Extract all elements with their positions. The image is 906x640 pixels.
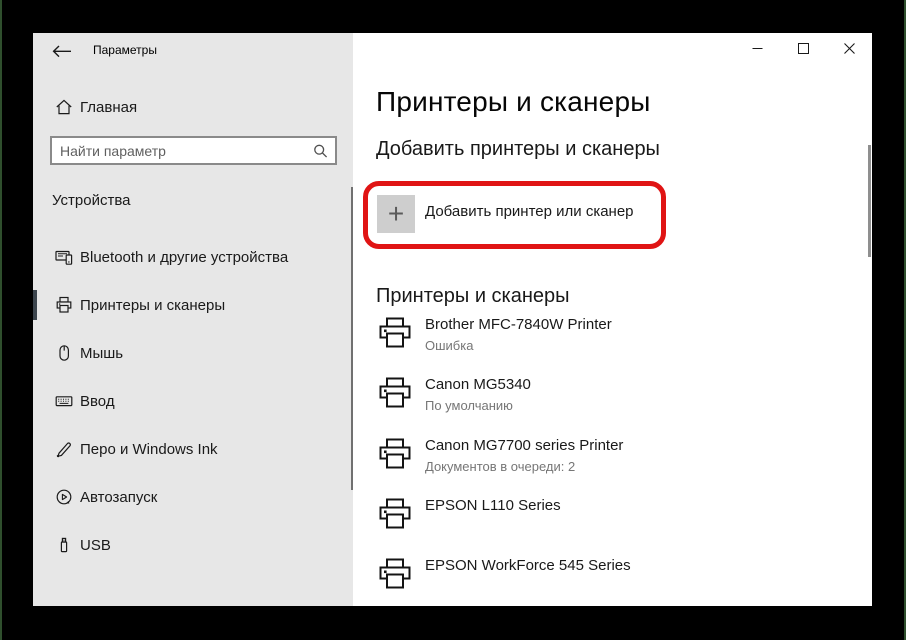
- maximize-icon: [798, 42, 809, 57]
- printer-row[interactable]: Canon MG5340 По умолчанию: [378, 375, 838, 415]
- printer-icon: [378, 377, 412, 411]
- printer-name: EPSON L110 Series: [425, 496, 561, 516]
- home-icon: [55, 98, 73, 116]
- minimize-icon: [752, 42, 763, 57]
- plus-icon: +: [377, 195, 415, 233]
- printer-icon: [55, 296, 73, 314]
- printer-icon: [378, 317, 412, 351]
- sidebar-item-usb[interactable]: USB: [33, 525, 353, 565]
- printer-icon: [378, 438, 412, 472]
- printer-row[interactable]: EPSON WorkForce 545 Series: [378, 556, 838, 592]
- maximize-button[interactable]: [780, 33, 826, 65]
- window-title: Параметры: [93, 43, 157, 57]
- add-printer-button-label: Добавить принтер или сканер: [425, 203, 634, 220]
- search-icon[interactable]: [313, 143, 328, 158]
- printer-status: По умолчанию: [425, 397, 531, 415]
- search-input[interactable]: [52, 138, 335, 163]
- main-content: Принтеры и сканеры Добавить принтеры и с…: [353, 33, 872, 606]
- sidebar-item-printers[interactable]: Принтеры и сканеры: [33, 285, 353, 325]
- screenshot-edge-artifact: [0, 0, 2, 640]
- usb-icon: [55, 536, 73, 554]
- autoplay-icon: [55, 488, 73, 506]
- printer-status: Документов в очереди: 2: [425, 458, 623, 476]
- printer-row[interactable]: Brother MFC-7840W Printer Ошибка: [378, 315, 838, 355]
- keyboard-icon: [55, 392, 73, 410]
- close-button[interactable]: [826, 33, 872, 65]
- mouse-icon: [55, 344, 73, 362]
- back-arrow-icon: [52, 45, 72, 61]
- sidebar-item-label: Главная: [80, 99, 137, 116]
- devices-icon: [55, 248, 73, 266]
- sidebar-item-bluetooth[interactable]: Bluetooth и другие устройства: [33, 237, 353, 277]
- printer-name: EPSON WorkForce 545 Series: [425, 556, 631, 576]
- add-section-title: Добавить принтеры и сканеры: [376, 138, 660, 161]
- sidebar-item-pen[interactable]: Перо и Windows Ink: [33, 429, 353, 469]
- main-scrollbar-thumb[interactable]: [868, 145, 871, 257]
- printer-name: Brother MFC-7840W Printer: [425, 315, 612, 335]
- add-printer-button[interactable]: + Добавить принтер или сканер: [377, 195, 662, 239]
- search-box: [50, 136, 337, 165]
- minimize-button[interactable]: [734, 33, 780, 65]
- sidebar-item-home[interactable]: Главная: [33, 91, 353, 123]
- printer-row[interactable]: EPSON L110 Series: [378, 496, 838, 532]
- printer-icon: [378, 498, 412, 532]
- sidebar-section-title: Устройства: [52, 192, 130, 209]
- pen-icon: [55, 440, 73, 458]
- back-button[interactable]: [46, 40, 78, 66]
- settings-window: Параметры Главная Устройства Bluetooth и…: [33, 33, 872, 606]
- printer-icon: [378, 558, 412, 592]
- close-icon: [844, 42, 855, 57]
- printer-row[interactable]: Canon MG7700 series Printer Документов в…: [378, 436, 838, 476]
- printer-list-title: Принтеры и сканеры: [376, 285, 570, 308]
- sidebar: Параметры Главная Устройства Bluetooth и…: [33, 33, 353, 606]
- printer-name: Canon MG5340: [425, 375, 531, 395]
- caption-bar: [734, 33, 872, 65]
- page-title: Принтеры и сканеры: [376, 86, 651, 118]
- printer-name: Canon MG7700 series Printer: [425, 436, 623, 456]
- selected-indicator: [33, 290, 37, 320]
- sidebar-item-mouse[interactable]: Мышь: [33, 333, 353, 373]
- sidebar-item-autoplay[interactable]: Автозапуск: [33, 477, 353, 517]
- printer-status: Ошибка: [425, 337, 612, 355]
- sidebar-item-typing[interactable]: Ввод: [33, 381, 353, 421]
